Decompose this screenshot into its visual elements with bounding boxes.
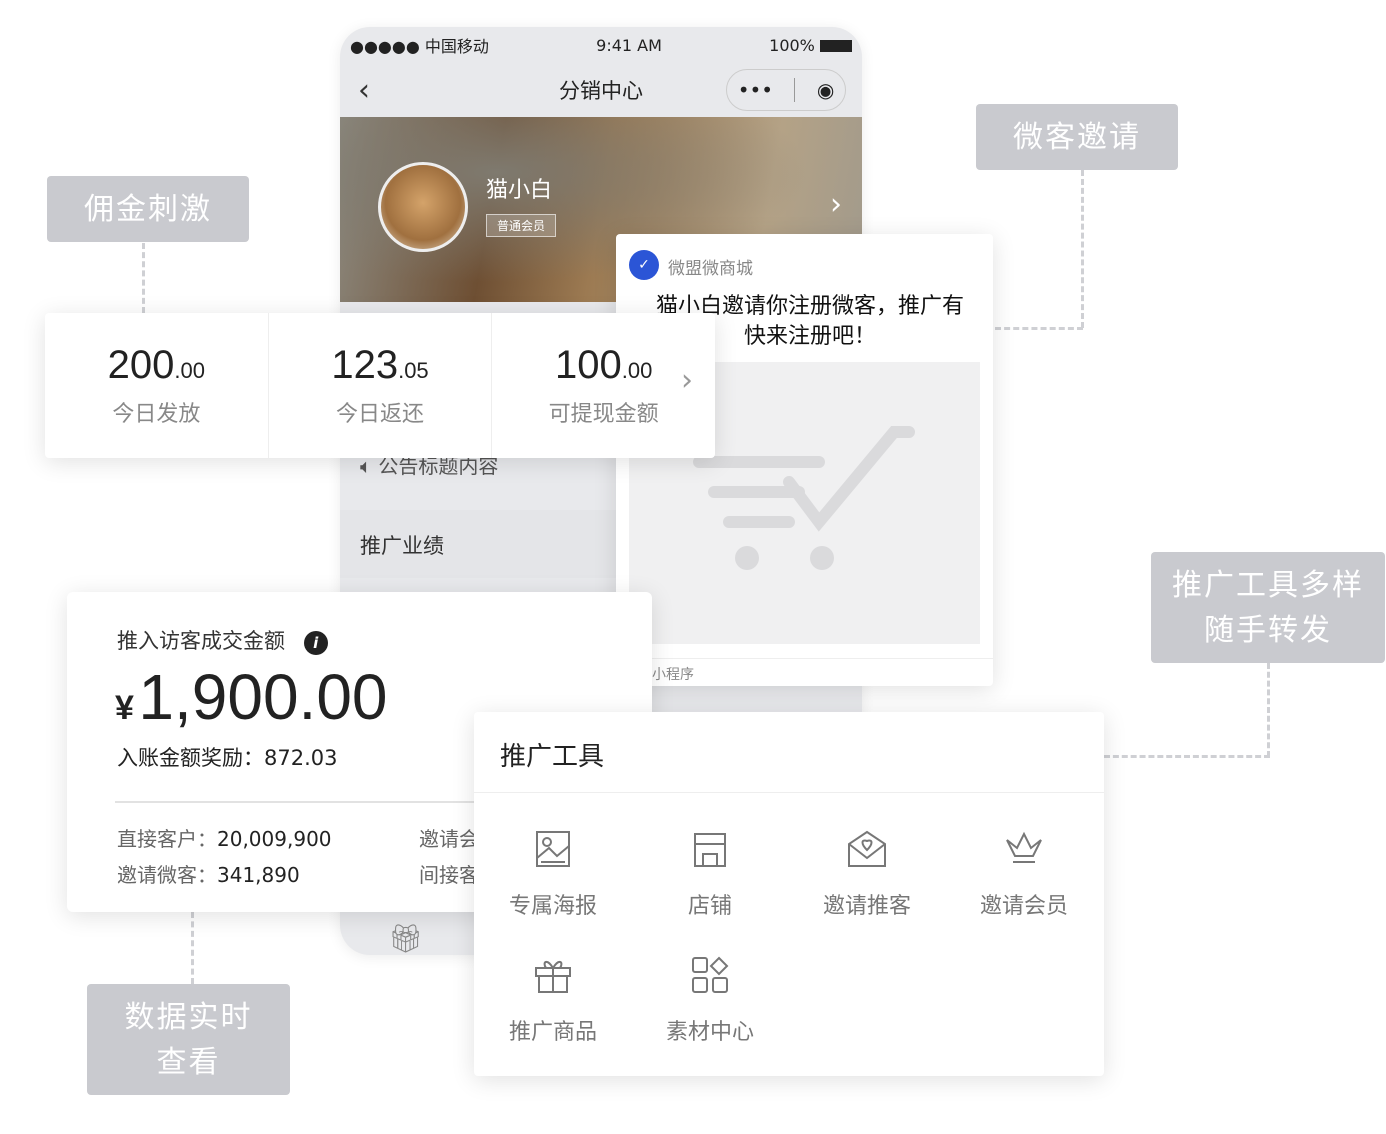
tool-label: 素材中心 (665, 1020, 754, 1045)
avatar (378, 162, 468, 252)
tool-poster[interactable]: 专属海报 (475, 830, 631, 920)
close-target-icon[interactable]: ◉ (817, 78, 834, 102)
tag-label: 推广工具多样 (1172, 567, 1364, 603)
section-title: 推广业绩 (360, 534, 444, 558)
crown-icon (1006, 831, 1042, 863)
tag-realtime: 数据实时 查看 (87, 984, 290, 1095)
connector (1267, 663, 1270, 757)
tools-title: 推广工具 (500, 742, 605, 772)
info-icon[interactable]: i (303, 631, 328, 655)
capsule-menu[interactable]: ••• ◉ (726, 69, 846, 111)
stat-value: 100.00 (555, 343, 653, 387)
reward: 入账金额奖励：872.03 (117, 746, 338, 770)
sales-label-right: 邀请会 (419, 827, 479, 851)
connector (191, 912, 194, 984)
share-card[interactable]: ✓ 微盟微商城 猫小白邀请你注册微客，推广有 快来注册吧！ 小程序 (616, 234, 993, 686)
chevron-right-icon: › (830, 187, 842, 222)
tag-label: 随手转发 (1204, 612, 1332, 648)
stat-label: 今日发放 (112, 402, 201, 427)
member-badge: 普通会员 (486, 214, 557, 237)
tag-label: 佣金刺激 (84, 191, 212, 227)
connector (995, 327, 1083, 330)
tool-invite-member[interactable]: 邀请会员 (946, 830, 1102, 920)
invite-mail-icon (848, 830, 886, 867)
carrier: ●●●●● 中国移动 (350, 37, 489, 56)
tag-tools: 推广工具多样 随手转发 (1151, 552, 1385, 663)
stat-value: 123.05 (331, 343, 429, 387)
sales-row: 直接客户：20,009,900 (117, 827, 332, 851)
app-logo-icon: ✓ (629, 250, 659, 280)
tag-commission: 佣金刺激 (47, 176, 249, 242)
tool-label: 邀请推客 (822, 894, 911, 919)
tool-materials[interactable]: 素材中心 (632, 956, 788, 1046)
stat-returned-today: 123.05 今日返还 (269, 313, 493, 458)
connector (1104, 755, 1270, 758)
nav-bar: ‹ 分销中心 ••• ◉ (340, 60, 862, 120)
more-icon[interactable]: ••• (738, 78, 773, 102)
status-bar: ●●●●● 中国移动 9:41 AM 100% (340, 30, 862, 60)
chevron-right-icon[interactable]: › (681, 363, 693, 398)
stat-issued-today: 200.00 今日发放 (45, 313, 269, 458)
stat-label: 今日返还 (336, 402, 425, 427)
tool-label: 邀请会员 (979, 894, 1068, 919)
tool-promote-goods[interactable]: 推广商品 (475, 956, 631, 1046)
battery-icon (819, 40, 852, 52)
clock: 9:41 AM (596, 35, 662, 55)
gift-icon: 🎁︎ (388, 922, 424, 955)
grid-icon (692, 956, 729, 993)
tools-panel: 推广工具 专属海报 店铺 邀请推客 邀请会员 推广商品 素材中心 (474, 712, 1104, 1076)
miniprogram-label: 小程序 (652, 667, 694, 683)
connector (142, 243, 145, 313)
back-icon[interactable]: ‹ (358, 73, 370, 108)
app-name: 微盟微商城 (668, 259, 753, 279)
sales-amount: ¥ 1,900.00 (115, 661, 388, 733)
tool-label: 店铺 (687, 894, 732, 919)
tag-invite: 微客邀请 (976, 104, 1178, 170)
sales-row: 邀请微客：341,890 (117, 863, 300, 887)
gift-icon (535, 961, 571, 993)
stat-label: 可提现金额 (548, 402, 659, 427)
tag-label: 数据实时 (124, 999, 253, 1035)
tool-invite-promoter[interactable]: 邀请推客 (789, 830, 945, 920)
tool-store[interactable]: 店铺 (632, 830, 788, 920)
stat-withdrawable[interactable]: 100.00 可提现金额 › (492, 313, 715, 458)
stat-value: 200.00 (107, 343, 205, 387)
stats-card: 200.00 今日发放 123.05 今日返还 100.00 可提现金额 › (45, 313, 715, 458)
store-icon (694, 833, 726, 867)
sales-label-right: 间接客 (419, 863, 479, 887)
battery: 100% (769, 36, 852, 55)
tag-label: 微客邀请 (1013, 119, 1141, 155)
tag-label: 查看 (156, 1044, 221, 1080)
poster-icon (536, 831, 570, 867)
tool-label: 专属海报 (508, 894, 597, 919)
user-name: 猫小白 (486, 178, 553, 203)
page-title: 分销中心 (559, 79, 643, 103)
connector (1081, 170, 1084, 328)
battery-level: 100% (769, 35, 815, 55)
tool-label: 推广商品 (508, 1020, 597, 1045)
sales-title: 推入访客成交金额 i (117, 625, 328, 655)
